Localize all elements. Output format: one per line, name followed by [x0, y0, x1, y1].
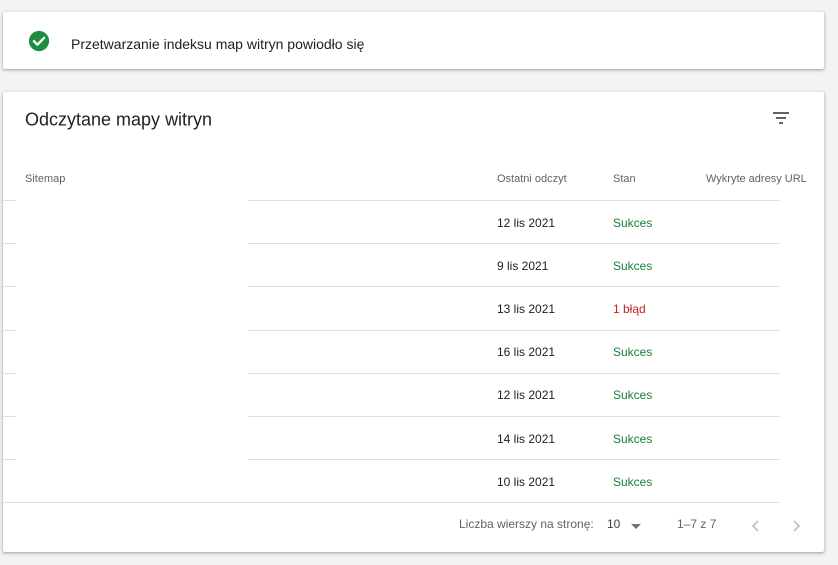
last-read-cell: 13 lis 2021 — [497, 301, 556, 316]
column-header-last-read[interactable]: Ostatni odczyt — [497, 173, 567, 185]
sitemaps-table-card: Odczytane mapy witryn Sitemap Ostatni od… — [3, 92, 824, 552]
table-title: Odczytane mapy witryn — [25, 109, 213, 130]
last-read-cell: 12 lis 2021 — [497, 388, 556, 403]
status-cell: Sukces — [613, 215, 653, 230]
chevron-left-icon[interactable] — [748, 518, 764, 534]
status-cell: Sukces — [613, 258, 653, 273]
sitemap-cell[interactable] — [16, 416, 248, 460]
sitemap-cell[interactable] — [16, 372, 248, 417]
table-row[interactable]: 10 lis 2021 Sukces — [3, 459, 780, 504]
table-row[interactable]: 16 lis 2021 Sukces — [3, 329, 780, 374]
column-header-urls[interactable]: Wykryte adresy URL — [706, 173, 807, 185]
success-banner: Przetwarzanie indeksu map witryn powiodł… — [3, 12, 824, 69]
table-row[interactable]: 13 lis 2021 1 błąd — [3, 286, 780, 331]
pagination-range: 1–7 z 7 — [677, 517, 717, 531]
table-row[interactable]: 9 lis 2021 Sukces — [3, 243, 780, 288]
status-cell: Sukces — [613, 388, 653, 403]
urls-column-mask — [780, 200, 824, 508]
column-header-sitemap[interactable]: Sitemap — [25, 173, 65, 185]
sitemap-cell[interactable] — [16, 329, 248, 374]
last-read-cell: 14 lis 2021 — [497, 431, 556, 446]
last-read-cell: 9 lis 2021 — [497, 258, 549, 273]
sitemap-cell[interactable] — [16, 200, 248, 244]
column-header-status[interactable]: Stan — [613, 173, 636, 185]
rows-per-page-label: Liczba wierszy na stronę: — [459, 517, 594, 531]
sitemap-cell[interactable] — [16, 286, 248, 331]
banner-message: Przetwarzanie indeksu map witryn powiodł… — [71, 36, 365, 52]
status-cell: Sukces — [613, 431, 653, 446]
table-bottom-divider — [3, 502, 780, 504]
status-cell: 1 błąd — [613, 301, 646, 316]
status-cell: Sukces — [613, 474, 653, 489]
table-row[interactable]: 12 lis 2021 Sukces — [3, 372, 780, 417]
last-read-cell: 12 lis 2021 — [497, 215, 556, 230]
last-read-cell: 10 lis 2021 — [497, 474, 556, 489]
rows-per-page-select[interactable]: 10 — [607, 517, 620, 531]
sitemap-cell[interactable] — [16, 459, 248, 504]
table-row[interactable]: 14 lis 2021 Sukces — [3, 416, 780, 460]
status-cell: Sukces — [613, 345, 653, 360]
check-circle-icon — [28, 30, 50, 52]
sitemap-cell[interactable] — [16, 243, 248, 288]
table-row[interactable]: 12 lis 2021 Sukces — [3, 200, 780, 244]
chevron-right-icon[interactable] — [788, 518, 804, 534]
last-read-cell: 16 lis 2021 — [497, 345, 556, 360]
filter-icon[interactable] — [769, 106, 793, 130]
caret-down-icon[interactable] — [629, 520, 643, 532]
